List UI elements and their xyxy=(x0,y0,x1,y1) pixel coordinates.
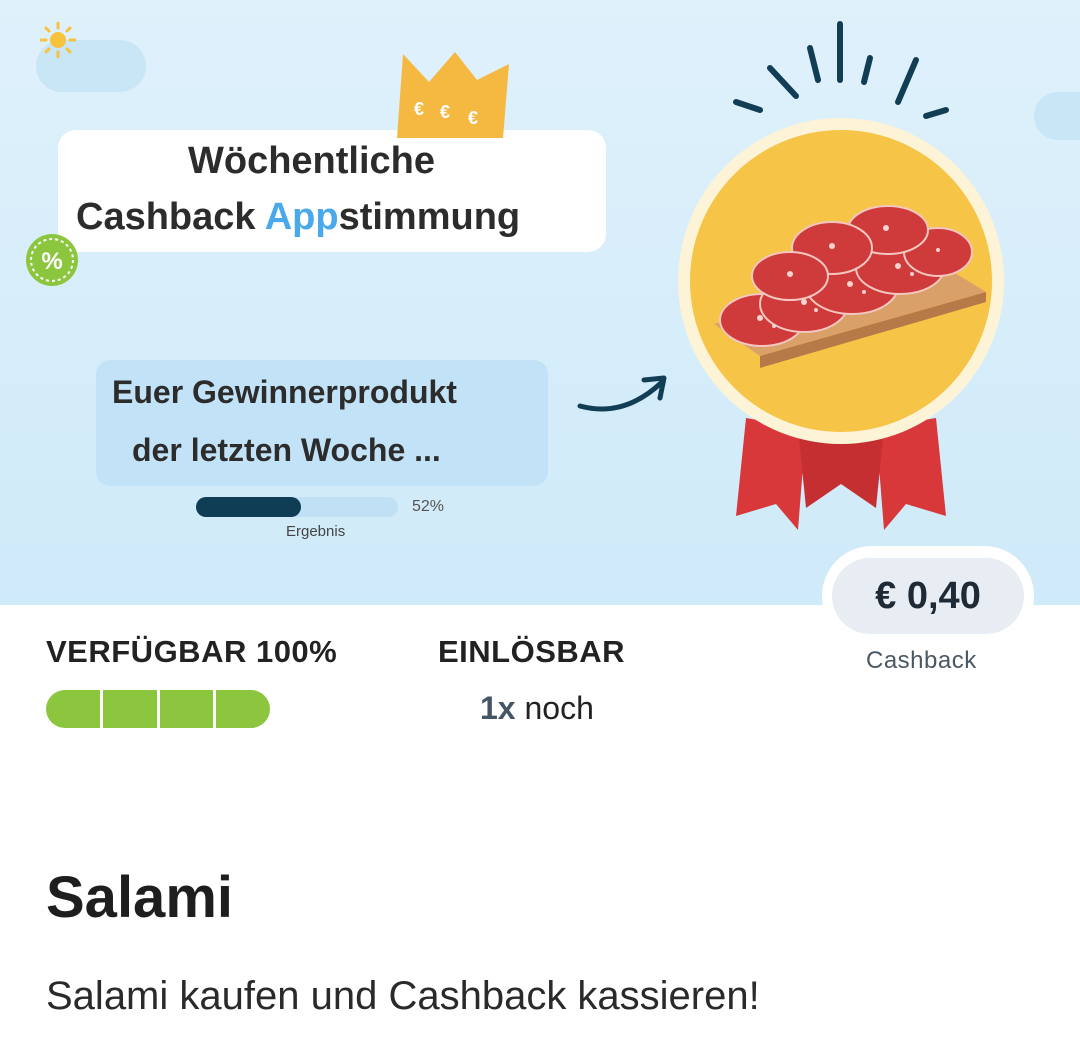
result-progress-bar xyxy=(196,497,398,517)
salami-image xyxy=(714,205,986,368)
crown-icon: € € € xyxy=(397,52,509,138)
title-prefix: Cashback xyxy=(76,196,265,238)
crown-euro-symbol: € xyxy=(440,102,450,122)
availability-segment xyxy=(99,690,157,728)
promo-banner: Wöchentliche Cashback Appstimmung € € € … xyxy=(0,0,1080,605)
availability-segment xyxy=(46,690,100,728)
cashback-price: € 0,40 xyxy=(832,558,1024,634)
availability-label: VERFÜGBAR 100% xyxy=(46,634,338,669)
availability-segment xyxy=(213,690,270,728)
result-progress-fill xyxy=(196,497,302,517)
crown-euro-symbol: € xyxy=(468,108,478,128)
medal-center xyxy=(690,130,992,432)
redeem-count-number: 1x xyxy=(480,690,516,726)
title-highlight: App xyxy=(264,196,339,238)
product-title: Salami xyxy=(46,865,233,930)
availability-segment xyxy=(156,690,214,728)
banner-title-line1: Wöchentliche xyxy=(188,140,436,182)
redeemable-label: EINLÖSBAR xyxy=(438,634,626,669)
title-suffix: stimmung xyxy=(338,196,521,238)
banner-subtitle: Euer Gewinnerprodukt der letzten Woche .… xyxy=(96,360,548,486)
cloud-decoration xyxy=(1034,92,1080,140)
banner-subtitle-line1: Euer Gewinnerprodukt xyxy=(112,374,457,410)
arrow-right-icon xyxy=(577,375,667,412)
cashback-label: Cashback xyxy=(866,647,977,674)
availability-bar xyxy=(46,690,270,728)
crown-euro-symbol: € xyxy=(414,99,424,119)
result-percent: 52% xyxy=(412,498,445,515)
percent-symbol: % xyxy=(41,248,62,275)
redeemable-count: 1x noch xyxy=(480,690,594,727)
cashback-price-badge: € 0,40 xyxy=(822,546,1034,646)
result-label: Ergebnis xyxy=(286,523,346,540)
banner-title-line2: Cashback Appstimmung xyxy=(76,196,520,239)
sun-icon xyxy=(40,22,76,58)
redeem-count-suffix: noch xyxy=(515,690,594,726)
winner-medal xyxy=(678,118,1004,444)
percent-badge-icon: % xyxy=(26,234,78,286)
banner-title: Wöchentliche Cashback Appstimmung xyxy=(58,130,606,252)
banner-subtitle-line2: der letzten Woche ... xyxy=(132,432,441,468)
product-description: Salami kaufen und Cashback kassieren! xyxy=(46,974,760,1018)
